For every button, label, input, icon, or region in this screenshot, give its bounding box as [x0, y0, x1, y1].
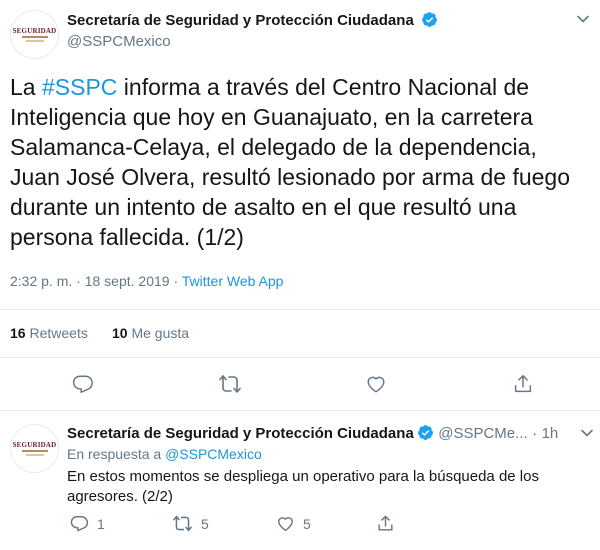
share-icon [514, 375, 532, 393]
tweet-source-link[interactable]: Twitter Web App [182, 273, 284, 289]
reply-icon [70, 516, 89, 532]
in-reply-handle-link[interactable]: @SSPCMexico [165, 446, 262, 462]
verified-badge-icon [417, 424, 434, 446]
verified-badge-icon [421, 11, 438, 32]
meta-separator: · [532, 425, 538, 442]
hashtag-link[interactable]: #SSPC [42, 74, 117, 100]
tweet-text: La #SSPC informa a través del Centro Nac… [10, 72, 580, 252]
avatar-logo-bar [21, 36, 48, 38]
share-icon [378, 515, 393, 531]
retweet-count: 5 [201, 515, 209, 532]
heart-icon [367, 376, 385, 393]
retweet-icon [219, 375, 241, 393]
reply-retweet-button[interactable]: 5 [172, 514, 209, 533]
avatar-logo-sub [25, 40, 44, 42]
share-button[interactable] [512, 373, 534, 395]
tweet-date[interactable]: 18 sept. 2019 [85, 273, 170, 289]
tweet-meta: 2:32 p. m. · 18 sept. 2019 · Twitter Web… [10, 273, 283, 289]
chevron-down-icon[interactable] [580, 426, 594, 445]
tweet-time[interactable]: 2:32 p. m. [10, 273, 72, 289]
like-count: 5 [303, 515, 311, 532]
heart-icon [278, 517, 293, 531]
avatar-logo-sub [25, 454, 44, 456]
reply-age[interactable]: 1h [542, 425, 559, 442]
reply-avatar[interactable]: SEGURIDAD [10, 424, 59, 473]
likes-count: 10 [112, 325, 128, 341]
avatar-logo-text: SEGURIDAD [12, 441, 57, 449]
retweet-icon [173, 515, 192, 532]
meta-separator: · [173, 273, 179, 289]
chevron-down-icon[interactable] [576, 12, 590, 31]
reply-button[interactable] [72, 373, 94, 395]
retweets-count: 16 [10, 325, 26, 341]
divider [0, 410, 600, 411]
author-name[interactable]: Secretaría de Seguridad y Protección Ciu… [67, 12, 414, 29]
in-reply-prefix: En respuesta a [67, 446, 162, 462]
reply-header: Secretaría de Seguridad y Protección Ciu… [67, 424, 558, 446]
divider [0, 357, 600, 358]
author-handle[interactable]: @SSPCMexico [67, 33, 171, 50]
reply-author-name[interactable]: Secretaría de Seguridad y Protección Ciu… [67, 425, 414, 442]
divider [0, 309, 600, 310]
likes-stat[interactable]: 10 Me gusta [112, 325, 189, 341]
retweets-label: Retweets [29, 325, 88, 341]
retweets-stat[interactable]: 16 Retweets [10, 325, 88, 341]
reply-tweet-text: En estos momentos se despliega un operat… [67, 468, 539, 505]
avatar[interactable]: SEGURIDAD [10, 10, 59, 59]
author-name-row[interactable]: Secretaría de Seguridad y Protección Ciu… [67, 11, 438, 32]
retweet-button[interactable] [218, 373, 242, 395]
tweet-text-body: informa a través del Centro Nacional de … [10, 74, 570, 250]
reply-count: 1 [97, 515, 105, 532]
reply-author-handle[interactable]: @SSPCMe... [438, 425, 527, 442]
in-reply-to: En respuesta a @SSPCMexico [67, 446, 262, 462]
reply-like-button[interactable]: 5 [276, 514, 311, 533]
avatar-logo-text: SEGURIDAD [12, 27, 57, 35]
reply-share-button[interactable] [376, 514, 395, 533]
avatar-logo-bar [21, 450, 48, 452]
like-button[interactable] [365, 373, 387, 395]
meta-separator: · [76, 273, 81, 289]
reply-reply-button[interactable]: 1 [70, 514, 105, 533]
likes-label: Me gusta [131, 325, 190, 341]
tweet-text-prefix: La [10, 74, 42, 100]
reply-icon [72, 375, 93, 393]
